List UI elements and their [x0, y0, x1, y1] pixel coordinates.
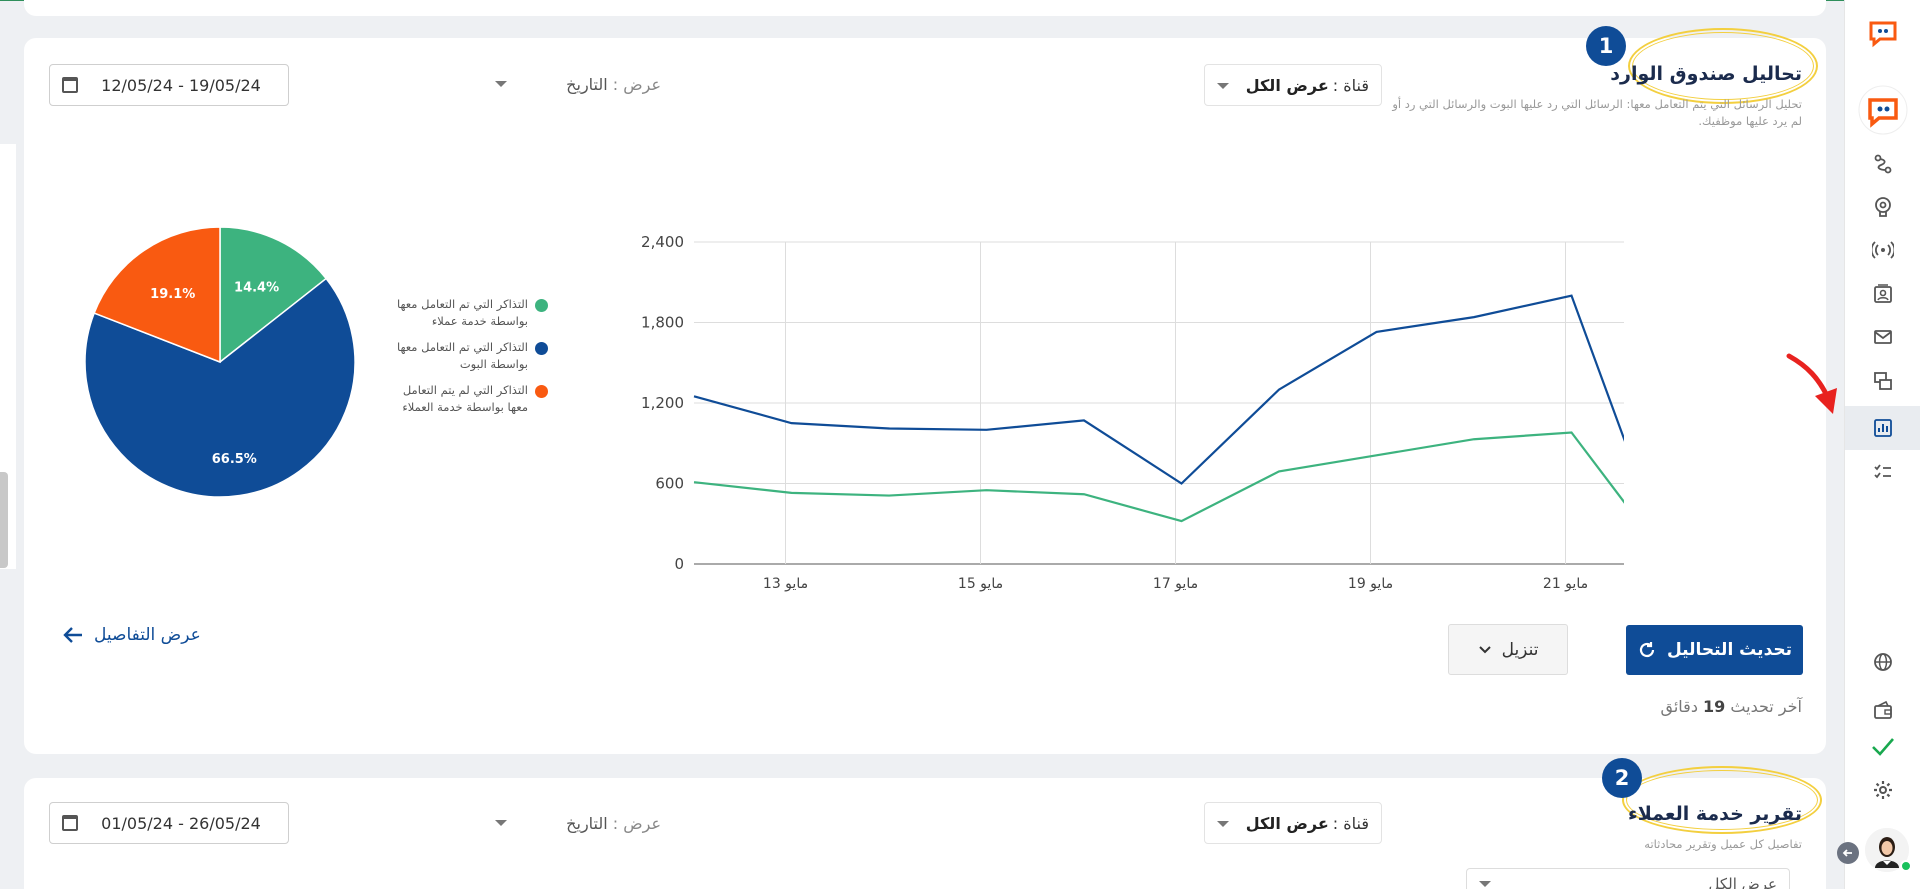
y-tick-label: 0 [674, 555, 684, 573]
pie-slice-label: 19.1% [150, 287, 195, 302]
date-range-picker[interactable]: 01/05/24 - 26/05/24 [49, 802, 289, 844]
channel-label: قناة : [1332, 75, 1369, 95]
pie-slice-label: 14.4% [234, 281, 279, 296]
legend-dot [535, 342, 548, 355]
online-status-dot [1900, 860, 1912, 872]
details-label: عرض التفاصيل [94, 625, 201, 645]
channel-value: عرض الكل [1245, 75, 1329, 95]
date-range-value: 01/05/24 - 26/05/24 [101, 813, 261, 833]
partial-dropdown-value: عرض الكل [1708, 875, 1777, 889]
check-icon[interactable] [1845, 726, 1920, 766]
view-select[interactable]: عرض : التاريخ [566, 75, 661, 94]
chevron-down-icon[interactable] [495, 81, 507, 87]
chevron-down-icon [1217, 83, 1229, 89]
card-title: تقرير خدمة العملاء [1627, 803, 1802, 825]
date-range-picker[interactable]: 12/05/24 - 19/05/24 [49, 64, 289, 106]
globe-icon[interactable] [1845, 642, 1920, 682]
broadcast-icon[interactable] [1845, 230, 1920, 270]
pie-legend-item: التذاكر التي لم يتم التعامل معها بواسطة … [390, 382, 550, 416]
tasks-icon[interactable] [1845, 452, 1920, 492]
last-update-text: آخر تحديث 19 دقائق [1660, 697, 1803, 716]
view-select[interactable]: عرض : التاريخ [566, 814, 661, 833]
line-chart: 0 600 1,200 1,800 2,400 مايو 13 مايو 15 مايو 17… [641, 233, 1624, 592]
channel-select[interactable]: قناة : عرض الكل [1204, 64, 1382, 106]
view-label: عرض : [612, 814, 661, 833]
contacts-icon[interactable] [1845, 274, 1920, 314]
x-tick-label: مايو 13 [763, 576, 808, 592]
refresh-label: تحديث التحاليل [1666, 640, 1793, 660]
x-tick-label: مايو 19 [1348, 576, 1393, 592]
view-label: عرض : [612, 75, 661, 94]
date-range-value: 12/05/24 - 19/05/24 [101, 75, 261, 95]
calendar-icon [62, 77, 78, 93]
series-line-agents [693, 431, 1624, 523]
pointer-arrow-icon [1786, 353, 1837, 414]
step-badge: 1 [1586, 26, 1626, 66]
pie-legend-item: التذاكر التي تم التعامل معها بواسطة خدمة… [390, 296, 550, 330]
step-badge: 2 [1602, 758, 1642, 798]
download-label: تنزيل [1501, 639, 1539, 660]
scroll-handle[interactable] [0, 472, 8, 568]
arrow-left-icon [1842, 849, 1852, 857]
view-details-link[interactable]: عرض التفاصيل [62, 625, 201, 645]
series-line-bot [693, 294, 1624, 485]
view-value: التاريخ [566, 75, 608, 94]
chevron-down-icon [1478, 645, 1491, 653]
calendar-icon [62, 815, 78, 831]
channel-value: عرض الكل [1245, 813, 1329, 833]
y-tick-label: 2,400 [641, 233, 684, 251]
brain-icon[interactable] [1845, 187, 1920, 227]
pie-legend-item: التذاكر التي تم التعامل معها بواسطة البو… [390, 339, 550, 373]
legend-dot [535, 385, 548, 398]
settings-icon[interactable] [1845, 770, 1920, 810]
wallet-icon[interactable] [1845, 690, 1920, 730]
pie-slice-label: 66.5% [212, 452, 257, 467]
channel-label: قناة : [1332, 813, 1369, 833]
sidebar [1844, 0, 1920, 889]
refresh-icon [1639, 642, 1655, 658]
channel-select[interactable]: قناة : عرض الكل [1204, 802, 1382, 844]
legend-dot [535, 299, 548, 312]
analytics-icon[interactable] [1845, 406, 1920, 450]
chevron-down-icon [1479, 881, 1491, 887]
view-value: التاريخ [566, 814, 608, 833]
card-subtitle: تفاصيل كل عميل وتقرير محادثاته [1644, 837, 1802, 851]
y-tick-label: 600 [655, 475, 684, 493]
pie-chart: 14.4% 66.5% 19.1% [84, 226, 356, 498]
chevron-down-icon [1217, 821, 1229, 827]
inbox-analytics-card: 1 تحاليل صندوق الوارد تحليل الرسائل التي… [24, 26, 1826, 754]
card-subtitle: تحليل الرسائل التي يتم التعامل معها: الر… [1392, 97, 1802, 128]
logo-icon[interactable] [1845, 12, 1920, 52]
download-button[interactable]: تنزيل [1448, 624, 1568, 675]
card-title: تحاليل صندوق الوارد [1610, 63, 1802, 85]
partial-dropdown[interactable]: عرض الكل [1466, 868, 1790, 889]
collapse-sidebar-button[interactable] [1837, 842, 1859, 864]
pie-legend: التذاكر التي تم التعامل معها بواسطة خدمة… [390, 296, 550, 425]
templates-icon[interactable] [1845, 361, 1920, 401]
flows-icon[interactable] [1845, 144, 1920, 184]
arrow-left-icon [63, 627, 82, 643]
chatbot-icon[interactable] [1845, 85, 1920, 135]
mail-icon[interactable] [1845, 317, 1920, 357]
chevron-down-icon[interactable] [495, 820, 507, 826]
x-tick-label: مايو 15 [958, 576, 1003, 592]
y-tick-label: 1,200 [641, 394, 684, 412]
y-tick-label: 1,800 [641, 314, 684, 332]
x-tick-label: مايو 17 [1153, 576, 1198, 592]
previous-card-edge [24, 0, 1826, 16]
x-tick-label: مايو 21 [1543, 576, 1588, 592]
refresh-analytics-button[interactable]: تحديث التحاليل [1626, 625, 1803, 675]
